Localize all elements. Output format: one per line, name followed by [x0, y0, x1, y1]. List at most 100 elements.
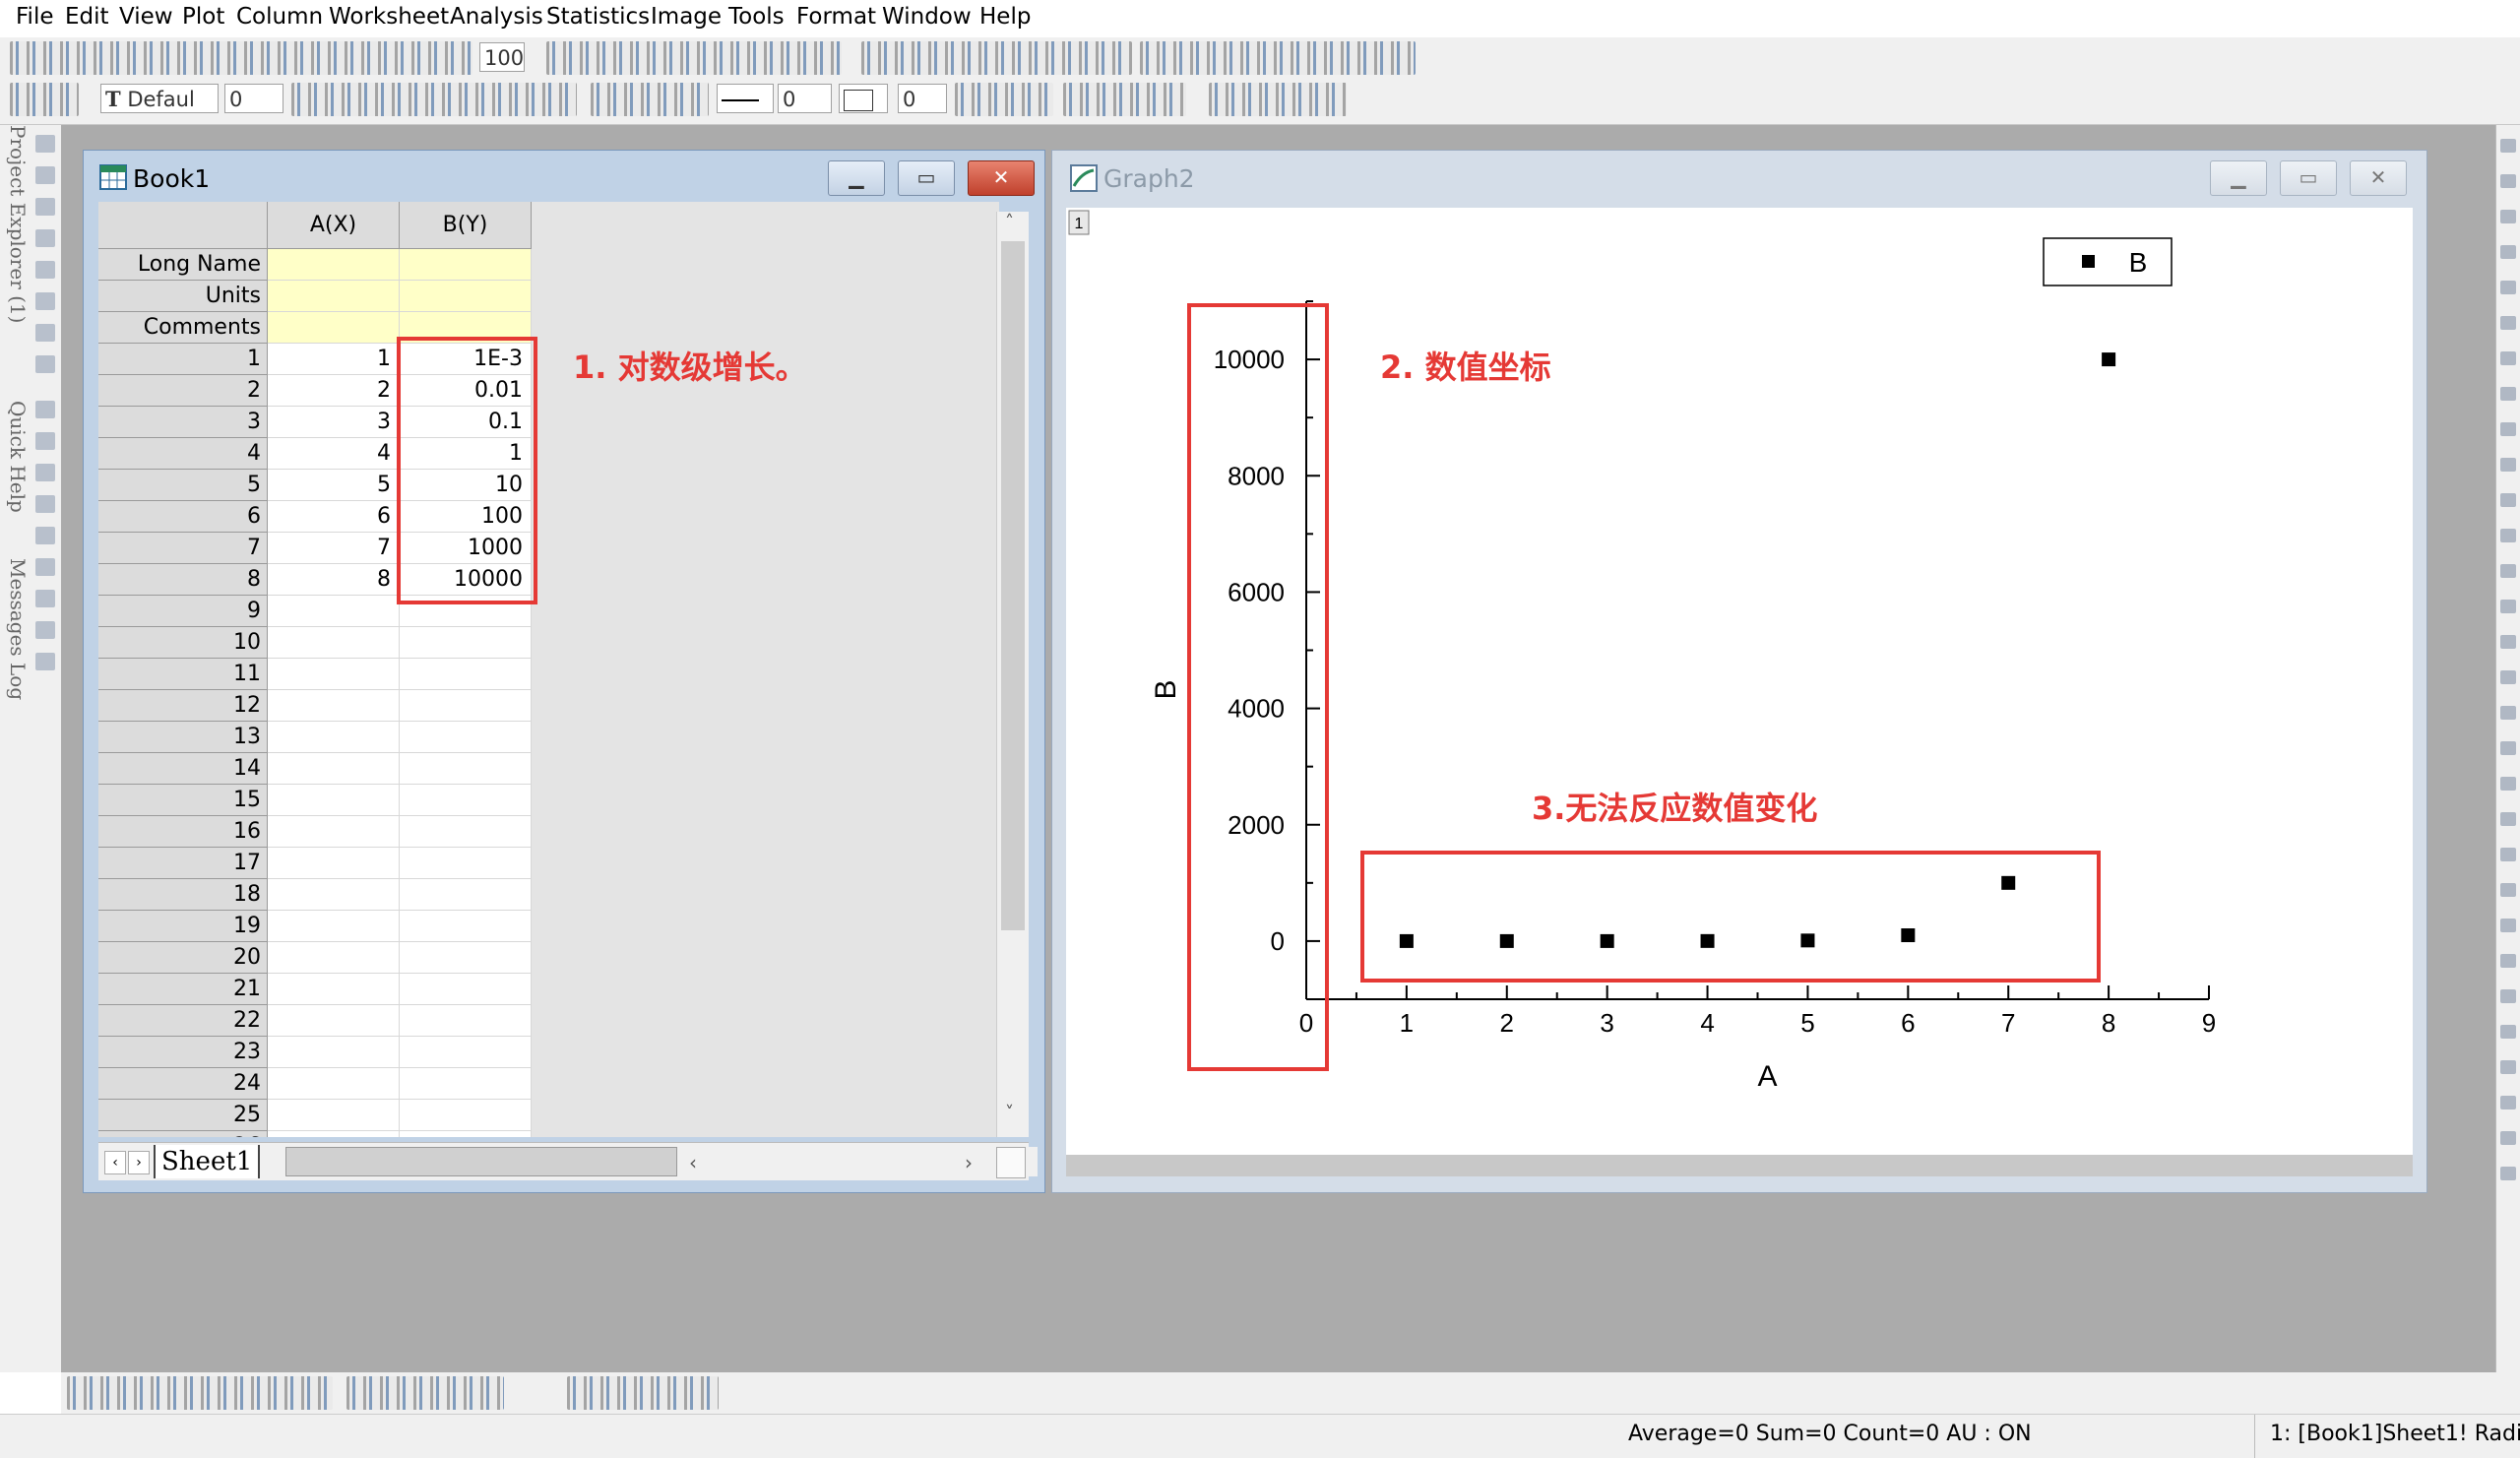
row-header[interactable]: 13 — [98, 722, 268, 753]
arrow-tool-icon[interactable] — [35, 432, 55, 450]
draw-data-icon[interactable] — [35, 324, 55, 342]
layout-tool-icon[interactable] — [2500, 139, 2516, 153]
line-width-combo[interactable]: 0 — [778, 84, 832, 113]
layout-tool-icon[interactable] — [2500, 458, 2516, 472]
scroll-down-icon[interactable]: ˅ — [1005, 1103, 1014, 1123]
worksheet-grid[interactable]: A(X) B(Y) Long Name Units Comments 1 1 1E-3 2 2 0.… — [98, 202, 999, 1137]
layout-tool-icon[interactable] — [2500, 281, 2516, 294]
cell-b[interactable] — [400, 753, 532, 785]
row-header[interactable]: 23 — [98, 1037, 268, 1068]
menu-worksheet[interactable]: Worksheet — [329, 4, 449, 30]
file-tools-group[interactable] — [10, 41, 472, 75]
cell-b[interactable] — [400, 627, 532, 659]
menu-help[interactable]: Help — [979, 4, 1031, 30]
cell-a[interactable] — [268, 1005, 400, 1037]
row-header[interactable]: 7 — [98, 533, 268, 564]
close-button[interactable]: ✕ — [2350, 160, 2407, 196]
layout-tool-icon[interactable] — [2500, 741, 2516, 755]
row-header[interactable]: 10 — [98, 627, 268, 659]
border-width-combo[interactable]: 0 — [898, 84, 947, 113]
hscroll-right-icon[interactable]: › — [965, 1151, 973, 1174]
cell-b[interactable] — [400, 722, 532, 753]
layout-tool-icon[interactable] — [2500, 174, 2516, 188]
scroll-up-icon[interactable]: ˄ — [1005, 212, 1014, 232]
menu-view[interactable]: View — [119, 4, 173, 30]
row-header[interactable]: 12 — [98, 690, 268, 722]
minimize-button[interactable]: ▁ — [2210, 160, 2267, 196]
cell-a[interactable] — [268, 1037, 400, 1068]
row-header[interactable]: 26 — [98, 1131, 268, 1137]
data-selector-icon[interactable] — [35, 292, 55, 310]
layout-tool-icon[interactable] — [2500, 635, 2516, 649]
layout-tool-icon[interactable] — [2500, 777, 2516, 791]
row-header[interactable]: 17 — [98, 848, 268, 879]
layout-tool-icon[interactable] — [2500, 351, 2516, 365]
fill-color-group[interactable] — [591, 83, 709, 116]
row-header[interactable]: 2 — [98, 375, 268, 407]
cell-b[interactable] — [400, 1100, 532, 1131]
layout-tool-icon[interactable] — [2500, 529, 2516, 542]
layout-tool-icon[interactable] — [2500, 1060, 2516, 1074]
layout-tool-icon[interactable] — [2500, 954, 2516, 968]
layout-tool-icon[interactable] — [2500, 210, 2516, 223]
zoom-combo[interactable]: 100 — [479, 42, 525, 72]
layout-tool-icon[interactable] — [2500, 564, 2516, 578]
cell-a[interactable] — [268, 974, 400, 1005]
layout-tool-icon[interactable] — [2500, 245, 2516, 259]
layout-tool-icon[interactable] — [2500, 493, 2516, 507]
maximize-button[interactable]: ▭ — [898, 160, 955, 196]
zoom-tool-icon[interactable] — [35, 166, 55, 184]
layout-tool-icon[interactable] — [2500, 919, 2516, 932]
plot-type-group[interactable] — [67, 1376, 333, 1410]
legend-box[interactable] — [2043, 237, 2173, 286]
column-header[interactable]: B(Y) — [400, 202, 532, 249]
cell-b[interactable] — [400, 1131, 532, 1137]
cell-a[interactable]: 4 — [268, 438, 400, 470]
layout-tool-icon[interactable] — [2500, 600, 2516, 613]
cell-a[interactable] — [268, 722, 400, 753]
row-header[interactable]: 25 — [98, 1100, 268, 1131]
menu-plot[interactable]: Plot — [182, 4, 224, 30]
row-header[interactable]: 16 — [98, 816, 268, 848]
row-header[interactable]: 9 — [98, 596, 268, 627]
mask-tool-icon[interactable] — [35, 355, 55, 373]
resize-grip-icon[interactable] — [996, 1147, 1026, 1178]
3d-plot-group[interactable] — [346, 1376, 504, 1410]
menu-window[interactable]: Window — [882, 4, 972, 30]
menu-statistics[interactable]: Statistics — [546, 4, 650, 30]
row-header[interactable]: 22 — [98, 1005, 268, 1037]
menu-format[interactable]: Format — [796, 4, 876, 30]
sheet-tab[interactable]: Sheet1 — [154, 1145, 261, 1178]
layout-tool-icon[interactable] — [2500, 848, 2516, 861]
cell-b[interactable] — [400, 1005, 532, 1037]
font-combo[interactable]: T Defaul — [100, 84, 219, 113]
menu-file[interactable]: File — [16, 4, 54, 30]
row-header[interactable]: 21 — [98, 974, 268, 1005]
meta-cell[interactable] — [400, 249, 532, 281]
layout-tool-icon[interactable] — [2500, 316, 2516, 330]
legend-tool-icon[interactable] — [35, 621, 55, 639]
cell-a[interactable] — [268, 659, 400, 690]
cell-a[interactable] — [268, 627, 400, 659]
cell-b[interactable] — [400, 816, 532, 848]
row-header[interactable]: 11 — [98, 659, 268, 690]
rectangle-tool-icon[interactable] — [35, 495, 55, 513]
layout-tool-icon[interactable] — [2500, 883, 2516, 897]
row-header[interactable]: 4 — [98, 438, 268, 470]
scroll-thumb[interactable] — [1001, 241, 1025, 930]
row-header[interactable]: 8 — [98, 564, 268, 596]
meta-cell[interactable] — [400, 281, 532, 312]
hand-tool-icon[interactable] — [35, 527, 55, 544]
meta-cell[interactable] — [268, 249, 400, 281]
project-explorer-tab[interactable]: Project Explorer (1) — [6, 125, 30, 323]
cell-a[interactable] — [268, 1100, 400, 1131]
cell-a[interactable] — [268, 942, 400, 974]
layout-tool-icon[interactable] — [2500, 812, 2516, 826]
row-header[interactable]: 6 — [98, 501, 268, 533]
cell-b[interactable] — [400, 1068, 532, 1100]
menu-analysis[interactable]: Analysis — [450, 4, 543, 30]
layout-tool-icon[interactable] — [2500, 1025, 2516, 1039]
cell-a[interactable]: 7 — [268, 533, 400, 564]
cell-b[interactable] — [400, 911, 532, 942]
cell-a[interactable]: 8 — [268, 564, 400, 596]
